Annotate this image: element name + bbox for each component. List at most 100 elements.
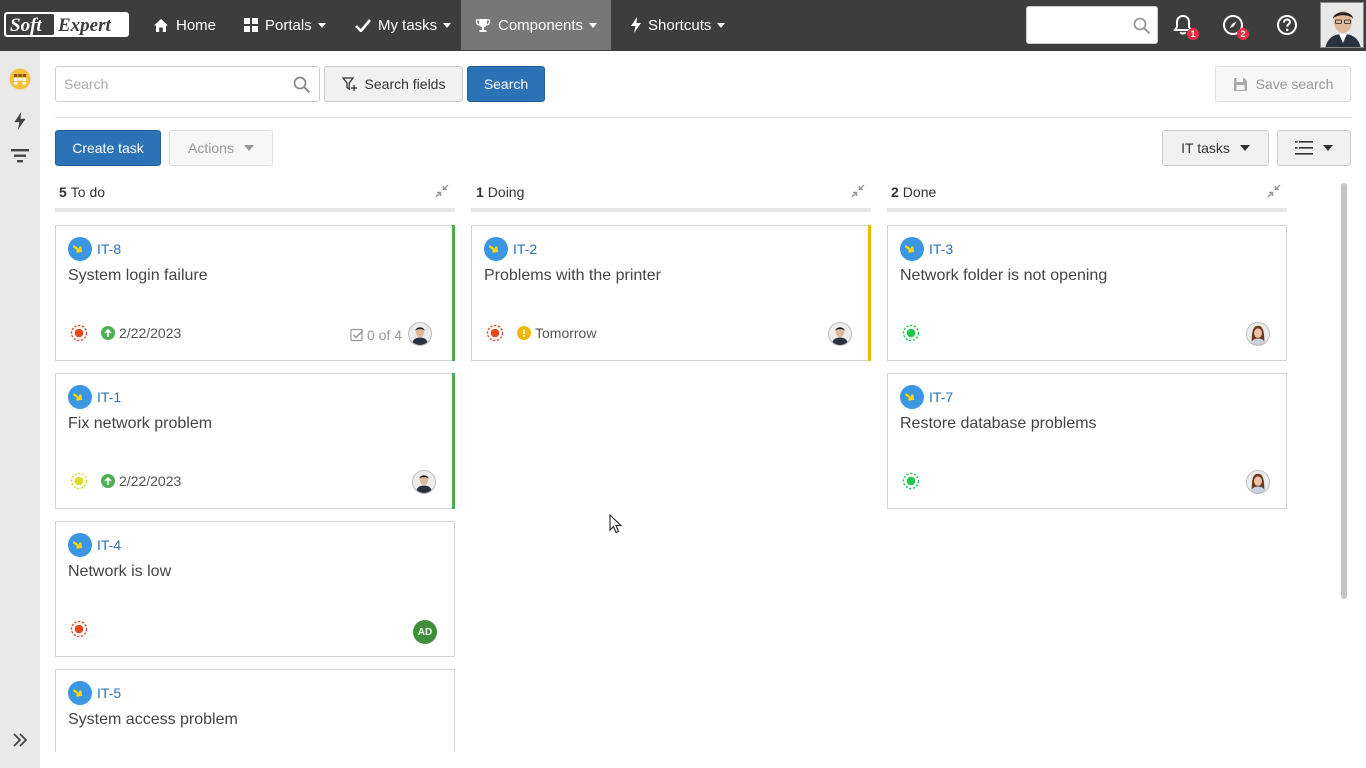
column-name: Done: [902, 184, 937, 200]
notifications-button[interactable]: 1: [1170, 12, 1199, 40]
assignee-avatar[interactable]: [1246, 470, 1270, 494]
task-key[interactable]: IT-5: [97, 685, 121, 701]
task-key[interactable]: IT-8: [97, 241, 121, 257]
task-key[interactable]: IT-7: [929, 389, 953, 405]
task-title: System access problem: [68, 711, 238, 728]
search-fields-button[interactable]: Search fields: [324, 66, 463, 102]
column-header-bar: [471, 208, 871, 212]
search-button[interactable]: Search: [467, 66, 545, 102]
column-count: 1: [476, 184, 484, 200]
assignee-avatar[interactable]: [408, 322, 432, 346]
toolbar-divider: [55, 117, 1351, 118]
task-type-icon: [484, 237, 508, 261]
view-selector-dropdown[interactable]: IT tasks: [1162, 130, 1269, 166]
check-icon: [355, 18, 371, 32]
nav-my-tasks-label: My tasks: [378, 16, 438, 34]
task-type-icon: [68, 237, 92, 261]
collapse-column-icon[interactable]: [435, 184, 449, 198]
search-fields-label: Search fields: [364, 76, 446, 92]
nav-home-label: Home: [176, 16, 217, 34]
activities-button[interactable]: 2: [1220, 12, 1249, 40]
rail-shortcuts-button[interactable]: [8, 109, 32, 133]
user-avatar[interactable]: [1320, 2, 1364, 48]
task-key[interactable]: IT-1: [97, 389, 121, 405]
task-key[interactable]: IT-4: [97, 537, 121, 553]
create-task-button[interactable]: Create task: [55, 130, 161, 166]
task-card-it-1[interactable]: IT-1 Fix network problem 2/22/2023: [55, 373, 455, 509]
left-rail: [0, 51, 40, 768]
due-date: 2/22/2023: [101, 473, 181, 489]
user-photo-icon: [1321, 3, 1363, 47]
notifications-count-badge: 1: [1187, 28, 1199, 40]
caret-down-icon: [1323, 145, 1333, 151]
due-date: 2/22/2023: [101, 325, 181, 341]
task-card-it-7[interactable]: IT-7 Restore database problems: [887, 373, 1287, 509]
assignee-avatar[interactable]: AD: [413, 620, 437, 644]
due-date-text: Tomorrow: [535, 325, 597, 341]
portals-icon: [244, 18, 258, 32]
nav-portals[interactable]: Portals: [230, 0, 340, 50]
task-card-it-5[interactable]: IT-5 System access problem: [55, 669, 455, 752]
task-card-it-3[interactable]: IT-3 Network folder is not opening: [887, 225, 1287, 361]
column-count: 2: [891, 184, 899, 200]
logo-expert-text: Expert: [57, 15, 112, 36]
task-title: Problems with the printer: [484, 267, 661, 284]
arrow-up-circle-icon: [101, 326, 115, 340]
expand-rail-button[interactable]: [8, 728, 32, 752]
caret-down-icon: [243, 145, 254, 151]
task-key[interactable]: IT-2: [513, 241, 537, 257]
layout-options-dropdown[interactable]: [1277, 130, 1351, 166]
activities-count-badge: 2: [1237, 28, 1249, 40]
task-type-icon: [68, 385, 92, 409]
mouse-cursor-icon: [609, 514, 623, 534]
column-name: Doing: [487, 184, 525, 200]
create-task-label: Create task: [72, 140, 144, 156]
task-key[interactable]: IT-3: [929, 241, 953, 257]
nav-shortcuts-label: Shortcuts: [648, 16, 712, 34]
column-name: To do: [70, 184, 106, 200]
assignee-avatar[interactable]: [412, 470, 436, 494]
assignee-avatar[interactable]: [828, 322, 852, 346]
softexpert-logo[interactable]: Soft Expert: [4, 12, 129, 37]
help-icon: [1277, 15, 1297, 35]
assignee-avatar[interactable]: [1246, 322, 1270, 346]
chevron-down-icon: [317, 22, 326, 28]
status-green-icon: [902, 324, 920, 342]
nav-shortcuts[interactable]: Shortcuts: [617, 0, 739, 50]
chevron-down-icon: [717, 22, 726, 28]
board-scrollbar[interactable]: [1341, 183, 1347, 599]
lightning-icon: [631, 17, 641, 33]
save-search-button[interactable]: Save search: [1215, 66, 1351, 102]
filter-lines-icon: [11, 149, 29, 163]
search-button-label: Search: [483, 76, 529, 92]
status-red-icon: [70, 324, 88, 342]
collapse-column-icon[interactable]: [851, 184, 865, 198]
kanban-module-button[interactable]: [8, 67, 32, 91]
search-icon[interactable]: [293, 76, 311, 94]
task-title: Network is low: [68, 563, 172, 580]
filter-plus-icon: [341, 76, 357, 92]
global-search-field[interactable]: [1026, 6, 1158, 44]
status-yellow-icon: [70, 472, 88, 490]
double-chevron-right-icon: [13, 733, 28, 747]
nav-home[interactable]: Home: [139, 0, 230, 50]
task-card-it-8[interactable]: IT-8 System login failure 2/22/2023 0 of…: [55, 225, 455, 361]
nav-components[interactable]: Components: [461, 0, 611, 50]
column-header-bar: [887, 208, 1287, 212]
task-type-icon: [900, 237, 924, 261]
actions-dropdown[interactable]: Actions: [169, 130, 273, 166]
task-card-it-2[interactable]: IT-2 Problems with the printer Tomorrow: [471, 225, 871, 361]
view-selector-label: IT tasks: [1181, 140, 1230, 156]
help-button[interactable]: [1274, 12, 1300, 38]
card-accent-bar: [868, 225, 871, 361]
assignee-initials: AD: [417, 626, 433, 638]
search-input[interactable]: [56, 67, 281, 101]
task-type-icon: [900, 385, 924, 409]
top-navigation-bar: Soft Expert Home Portals My tasks Compon…: [0, 0, 1366, 51]
collapse-column-icon[interactable]: [1267, 184, 1281, 198]
rail-filter-button[interactable]: [8, 144, 32, 168]
home-icon: [153, 18, 169, 33]
status-red-icon: [70, 620, 88, 638]
nav-my-tasks[interactable]: My tasks: [341, 0, 465, 50]
task-card-it-4[interactable]: IT-4 Network is low AD: [55, 521, 455, 657]
